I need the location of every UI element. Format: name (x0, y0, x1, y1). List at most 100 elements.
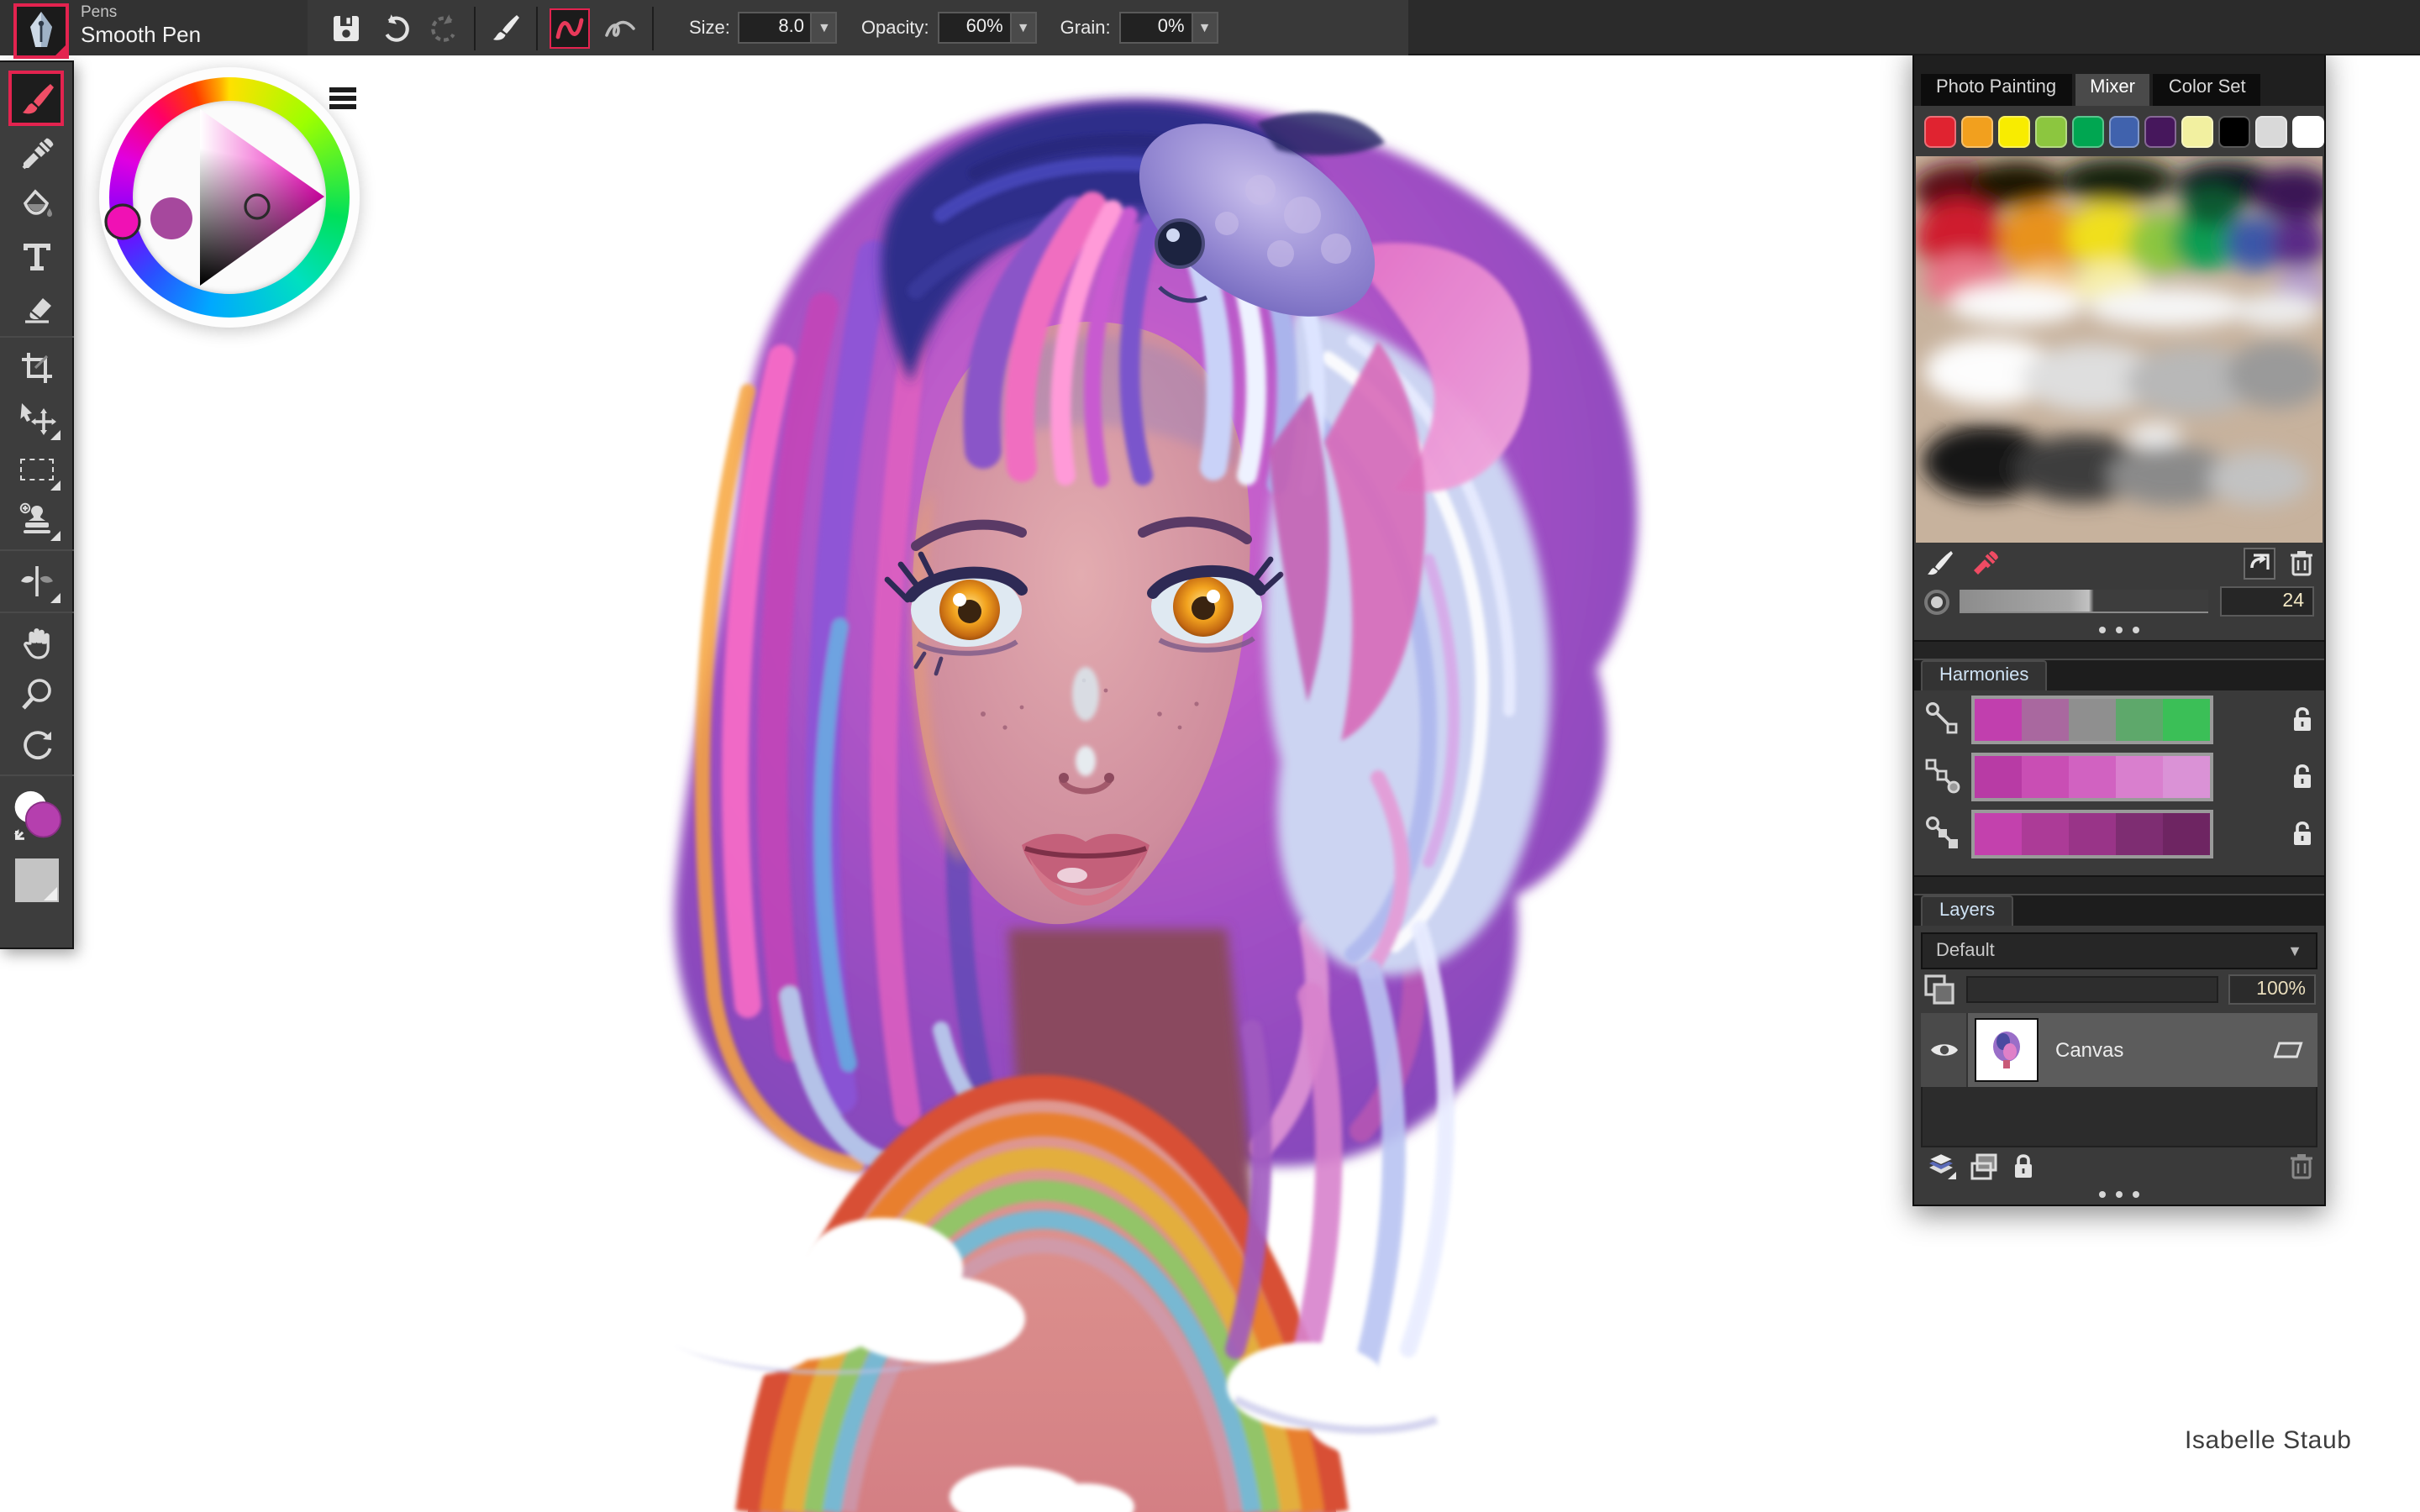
color-swatch[interactable] (2182, 115, 2214, 147)
layer-opacity-value[interactable]: 100% (2228, 974, 2316, 1005)
sat-value-triangle[interactable] (99, 67, 360, 328)
move-tool[interactable] (9, 393, 63, 444)
layer-blend-mode-dropdown[interactable]: Default ▼ (1921, 932, 2317, 969)
toolbar-divider (536, 6, 538, 50)
color-swatch[interactable] (1924, 115, 1956, 147)
color-wheel-menu-button[interactable] (329, 87, 356, 109)
current-color-dot (150, 197, 192, 239)
color-swatch[interactable] (2219, 115, 2251, 147)
harmony-lock-button[interactable] (2291, 819, 2314, 848)
duplicate-layer-button[interactable] (1970, 1152, 2000, 1180)
layer-thumbnail (1975, 1018, 2039, 1082)
brush-tool-shortcut-icon[interactable] (487, 9, 524, 46)
color-swatch[interactable] (2145, 115, 2177, 147)
paint-bucket-icon (18, 186, 55, 223)
flyout-indicator (50, 531, 60, 541)
color-swatch[interactable] (2034, 115, 2066, 147)
rotate-canvas-tool[interactable] (9, 719, 63, 769)
mixer-size-slider[interactable] (1960, 590, 2208, 613)
harmony-type-icon (1924, 701, 1961, 738)
save-button[interactable] (328, 9, 365, 46)
hand-icon (18, 625, 55, 662)
harmony-lock-button[interactable] (2291, 762, 2314, 790)
mixer-pad[interactable] (1916, 156, 2323, 543)
brush-tool[interactable] (8, 71, 64, 126)
panel-separator (1914, 640, 2324, 660)
mixer-clear-pad-button[interactable] (2244, 547, 2275, 579)
layer-list-empty-area[interactable] (1921, 1087, 2317, 1147)
opacity-dropdown-arrow[interactable]: ▼ (1012, 12, 1037, 44)
size-value-field[interactable]: 8.0 (739, 12, 813, 44)
layers-tab[interactable]: Layers (1921, 895, 2013, 926)
hand-tool[interactable] (9, 618, 63, 669)
mixer-dropper-tool[interactable] (1971, 549, 1998, 576)
blend-mode-value: Default (1936, 941, 1995, 961)
color-swatch[interactable] (2108, 115, 2140, 147)
brush-preview-button[interactable] (13, 3, 69, 59)
eyedropper-tool[interactable] (9, 129, 63, 180)
harmony-lock-button[interactable] (2291, 705, 2314, 733)
harmony-type-icon (1924, 815, 1961, 852)
stroke-style-freehand-button[interactable] (550, 8, 590, 48)
harmony-type-icon (1924, 758, 1961, 795)
harmony-swatch-strip[interactable] (1971, 752, 2213, 801)
paper-texture-selector[interactable] (9, 852, 63, 909)
eraser-tool[interactable] (9, 281, 63, 331)
flyout-indicator (50, 480, 60, 491)
mixer-swatch-row (1914, 106, 2324, 156)
color-swatch[interactable] (2292, 115, 2324, 147)
eye-icon (1928, 1040, 1959, 1060)
stamp-tool[interactable] (9, 494, 63, 544)
undo-button[interactable] (378, 9, 415, 46)
redo-button[interactable] (425, 9, 462, 46)
tab-photo-painting[interactable]: Photo Painting (1921, 74, 2071, 106)
harmony-swatch-strip[interactable] (1971, 695, 2213, 743)
stroke-style-line-button[interactable] (600, 8, 640, 48)
color-selector[interactable] (9, 781, 63, 852)
hue-marker[interactable] (106, 205, 139, 239)
chevron-down-icon: ▼ (2287, 942, 2302, 959)
harmonies-tab[interactable]: Harmonies (1921, 660, 2047, 690)
crop-tool[interactable] (9, 343, 63, 393)
mixer-brush-tool[interactable] (1924, 549, 1954, 576)
rect-select-tool[interactable] (9, 444, 63, 494)
crop-icon (18, 349, 55, 386)
toolbar-divider (652, 6, 654, 50)
text-tool[interactable] (9, 230, 63, 281)
current-brush-labels[interactable]: Pens Smooth Pen (81, 5, 201, 49)
mixer-size-knob[interactable] (1924, 589, 1949, 614)
opacity-value-field[interactable]: 60% (938, 12, 1012, 44)
zoom-tool[interactable] (9, 669, 63, 719)
tab-mixer[interactable]: Mixer (2075, 74, 2150, 106)
grain-dropdown-arrow[interactable]: ▼ (1193, 12, 1218, 44)
fill-tool[interactable] (9, 180, 63, 230)
canvas-artwork[interactable] (588, 55, 1916, 1512)
opacity-label: Opacity: (861, 18, 929, 38)
mixer-trash-button[interactable] (2289, 549, 2314, 576)
color-wheel[interactable] (99, 67, 360, 328)
mirror-paint-tool[interactable] (9, 556, 63, 606)
color-swatch[interactable] (2071, 115, 2103, 147)
brush-preview-flyout (54, 44, 67, 57)
toolbar-divider (474, 6, 476, 50)
tab-color-set[interactable]: Color Set (2154, 74, 2261, 106)
mixer-size-value[interactable]: 24 (2220, 586, 2314, 617)
canvas-layer-badge-icon (2274, 1039, 2304, 1061)
layer-name: Canvas (2055, 1038, 2123, 1062)
layer-opacity-slider[interactable] (1966, 976, 2218, 1003)
layer-visibility-toggle[interactable] (1921, 1013, 1968, 1087)
new-layer-button[interactable] (1924, 1152, 1958, 1180)
layers-resize-handle[interactable] (1914, 1184, 2324, 1205)
harmony-swatch-strip[interactable] (1971, 809, 2213, 858)
grain-control: Grain: 0% ▼ (1060, 12, 1218, 44)
color-swatch[interactable] (1998, 115, 2030, 147)
mixer-resize-handle[interactable] (1914, 620, 2324, 640)
color-swatch[interactable] (2255, 115, 2287, 147)
color-swatch[interactable] (1961, 115, 1993, 147)
grain-value-field[interactable]: 0% (1119, 12, 1193, 44)
toolbox-divider (0, 336, 73, 338)
size-dropdown-arrow[interactable]: ▼ (813, 12, 838, 44)
lock-layer-button[interactable] (2012, 1152, 2035, 1180)
delete-layer-button[interactable] (2289, 1152, 2314, 1179)
layer-row-canvas[interactable]: Canvas (1921, 1013, 2317, 1087)
